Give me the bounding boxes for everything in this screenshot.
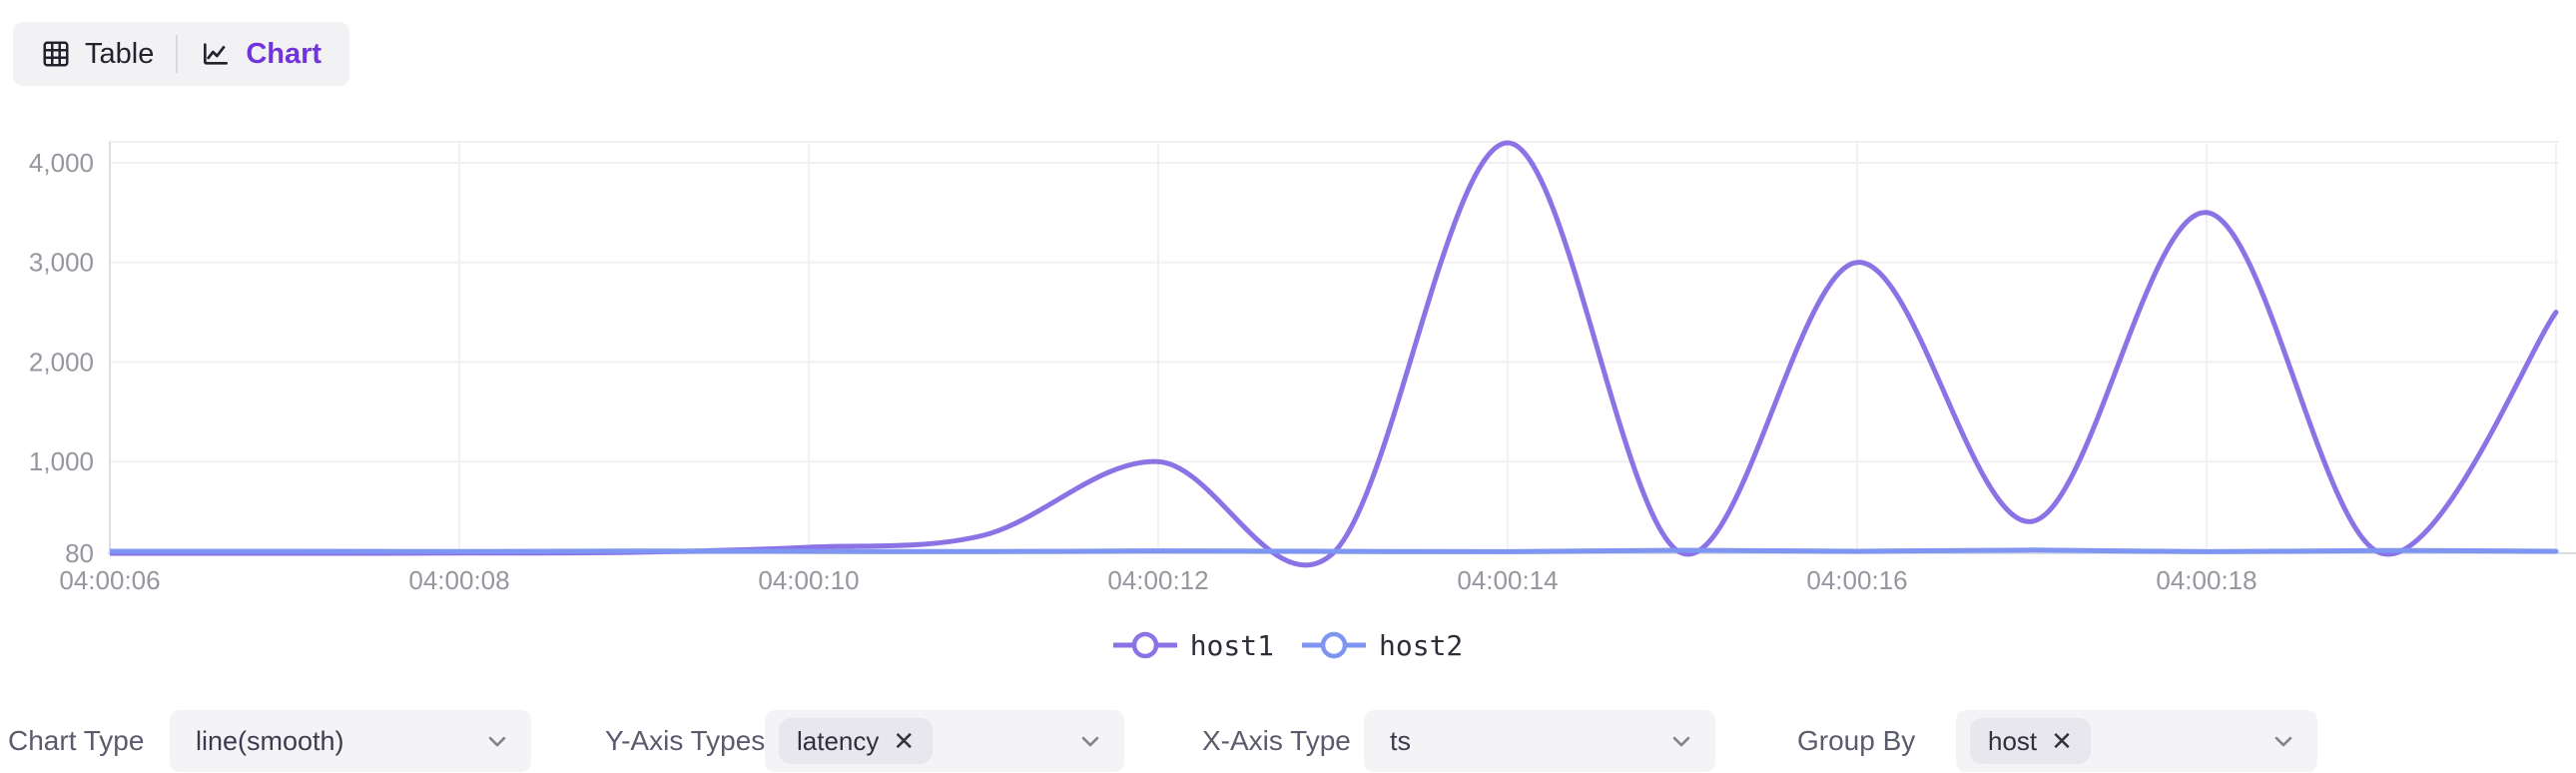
y-tick-label: 1,000 [29, 446, 94, 476]
y-tick-label: 80 [65, 538, 94, 568]
series-line-host2 [110, 550, 2556, 552]
chart-legend: host1 host2 [0, 629, 2576, 661]
legend-item-host1[interactable]: host1 [1113, 629, 1274, 662]
chevron-down-icon [2269, 727, 2297, 755]
chevron-down-icon [483, 727, 511, 755]
y-axis-types-label: Y-Axis Types [605, 710, 765, 772]
chevron-down-icon [1076, 727, 1104, 755]
chart-type-label: Chart Type [8, 710, 144, 772]
line-chart-canvas: 80 1,000 2,000 3,000 4,000 04:00:06 04:00:08 04… [0, 60, 2576, 599]
group-by-select[interactable]: host ✕ [1956, 710, 2317, 772]
legend-item-host2[interactable]: host2 [1302, 629, 1463, 662]
legend-label-host2: host2 [1379, 629, 1463, 662]
y-tick-label: 3,000 [29, 248, 94, 278]
legend-marker-host2-icon [1302, 631, 1366, 659]
y-axis-types-select[interactable]: latency ✕ [765, 710, 1124, 772]
legend-marker-host1-icon [1113, 631, 1177, 659]
x-tick-label: 04:00:16 [1806, 565, 1907, 595]
x-tick-label: 04:00:12 [1107, 565, 1208, 595]
remove-host-icon[interactable]: ✕ [2051, 728, 2073, 754]
x-tick-label: 04:00:14 [1457, 565, 1558, 595]
series-line-host1 [110, 143, 2556, 565]
chart-type-select[interactable]: line(smooth) [170, 710, 531, 772]
remove-latency-icon[interactable]: ✕ [893, 728, 915, 754]
x-tick-label: 04:00:08 [408, 565, 509, 595]
x-tick-label: 04:00:10 [758, 565, 859, 595]
y-tick-label: 4,000 [29, 148, 94, 178]
group-by-label: Group By [1797, 710, 1915, 772]
x-tick-label: 04:00:18 [2156, 565, 2256, 595]
x-axis-type-value: ts [1390, 726, 1411, 757]
x-tick-label: 04:00:06 [59, 565, 160, 595]
x-axis-type-label: X-Axis Type [1202, 710, 1351, 772]
chevron-down-icon [1667, 727, 1695, 755]
y-axis-types-tag-label: latency [797, 726, 879, 757]
group-by-tag-host: host ✕ [1970, 718, 2091, 764]
group-by-tag-label: host [1988, 726, 2037, 757]
x-axis-type-select[interactable]: ts [1364, 710, 1715, 772]
y-axis-types-tag-latency: latency ✕ [779, 718, 933, 764]
chart-type-value: line(smooth) [196, 726, 344, 757]
legend-label-host1: host1 [1190, 629, 1274, 662]
y-tick-label: 2,000 [29, 347, 94, 377]
